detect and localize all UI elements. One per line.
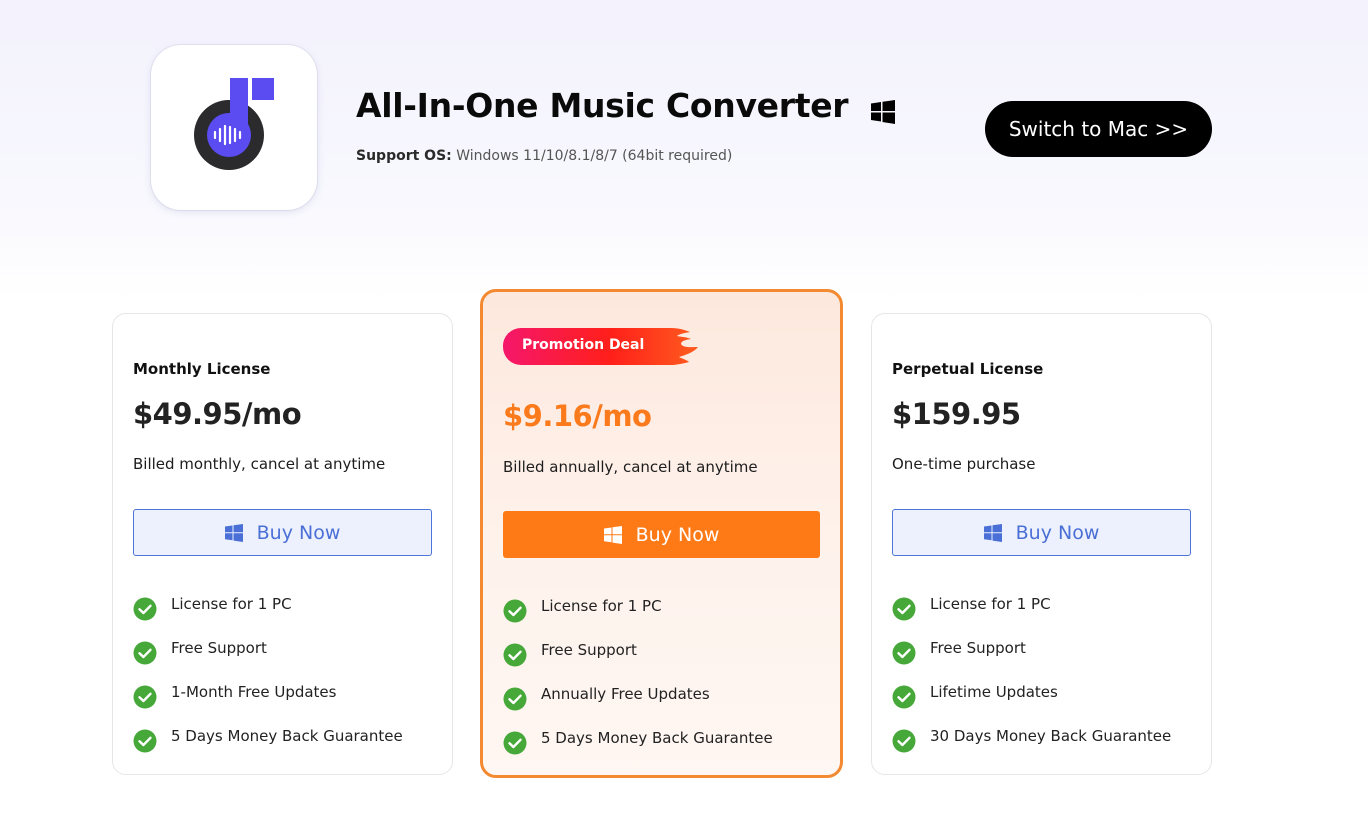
plan-card-monthly: Monthly License $49.95/mo Billed monthly… bbox=[112, 313, 453, 775]
check-circle-icon bbox=[503, 687, 527, 711]
check-circle-icon bbox=[133, 641, 157, 665]
feature-list: License for 1 PC Free Support 1-Month Fr… bbox=[133, 584, 403, 760]
check-circle-icon bbox=[503, 643, 527, 667]
feature-list: License for 1 PC Free Support Annually F… bbox=[503, 586, 773, 762]
feature-label: Lifetime Updates bbox=[930, 683, 1058, 701]
feature-item: Free Support bbox=[133, 628, 403, 672]
buy-now-label: Buy Now bbox=[1015, 521, 1100, 544]
feature-label: 5 Days Money Back Guarantee bbox=[171, 727, 403, 745]
feature-item: License for 1 PC bbox=[892, 584, 1171, 628]
feature-item: 1-Month Free Updates bbox=[133, 672, 403, 716]
windows-icon bbox=[871, 100, 895, 124]
feature-item: 5 Days Money Back Guarantee bbox=[133, 716, 403, 760]
feature-item: Free Support bbox=[503, 630, 773, 674]
support-os-label: Support OS: bbox=[356, 148, 452, 164]
feature-label: 5 Days Money Back Guarantee bbox=[541, 729, 773, 747]
promotion-badge: Promotion Deal bbox=[503, 327, 701, 367]
feature-label: License for 1 PC bbox=[930, 595, 1051, 613]
plan-name: Perpetual License bbox=[892, 360, 1044, 378]
feature-label: 1-Month Free Updates bbox=[171, 683, 337, 701]
plan-billing: One-time purchase bbox=[892, 455, 1036, 473]
check-circle-icon bbox=[892, 641, 916, 665]
feature-label: Annually Free Updates bbox=[541, 685, 710, 703]
promotion-label: Promotion Deal bbox=[522, 337, 645, 353]
check-circle-icon bbox=[133, 597, 157, 621]
feature-item: License for 1 PC bbox=[133, 584, 403, 628]
check-circle-icon bbox=[503, 599, 527, 623]
check-circle-icon bbox=[892, 685, 916, 709]
feature-label: License for 1 PC bbox=[171, 595, 292, 613]
windows-icon bbox=[603, 525, 622, 544]
support-os: Support OS: Windows 11/10/8.1/8/7 (64bit… bbox=[356, 148, 732, 164]
buy-now-button[interactable]: Buy Now bbox=[892, 509, 1191, 556]
app-logo bbox=[151, 45, 317, 210]
plan-card-perpetual: Perpetual License $159.95 One-time purch… bbox=[871, 313, 1212, 775]
feature-label: 30 Days Money Back Guarantee bbox=[930, 727, 1172, 745]
feature-item: License for 1 PC bbox=[503, 586, 773, 630]
plan-billing: Billed annually, cancel at anytime bbox=[503, 458, 758, 476]
feature-label: License for 1 PC bbox=[541, 597, 662, 615]
check-circle-icon bbox=[892, 597, 916, 621]
feature-label: Free Support bbox=[541, 641, 637, 659]
buy-now-button[interactable]: Buy Now bbox=[503, 511, 820, 558]
plan-name: Monthly License bbox=[133, 360, 271, 378]
buy-now-label: Buy Now bbox=[635, 523, 720, 546]
product-title: All-In-One Music Converter bbox=[356, 86, 849, 125]
feature-item: Free Support bbox=[892, 628, 1171, 672]
feature-label: Free Support bbox=[171, 639, 267, 657]
feature-label: Free Support bbox=[930, 639, 1026, 657]
support-os-value: Windows 11/10/8.1/8/7 (64bit required) bbox=[451, 148, 733, 164]
feature-item: Lifetime Updates bbox=[892, 672, 1171, 716]
windows-icon bbox=[224, 523, 243, 542]
plan-card-annual: Promotion Deal $9.16/mo Billed annually,… bbox=[480, 289, 843, 778]
check-circle-icon bbox=[133, 685, 157, 709]
feature-item: Annually Free Updates bbox=[503, 674, 773, 718]
feature-list: License for 1 PC Free Support Lifetime U… bbox=[892, 584, 1171, 760]
check-circle-icon bbox=[892, 729, 916, 753]
check-circle-icon bbox=[133, 729, 157, 753]
feature-item: 30 Days Money Back Guarantee bbox=[892, 716, 1171, 760]
plan-price: $49.95/mo bbox=[133, 397, 302, 431]
feature-item: 5 Days Money Back Guarantee bbox=[503, 718, 773, 762]
check-circle-icon bbox=[503, 731, 527, 755]
music-note-disc-icon bbox=[194, 78, 274, 170]
plan-price: $9.16/mo bbox=[503, 399, 652, 433]
plan-price: $159.95 bbox=[892, 397, 1021, 431]
plan-billing: Billed monthly, cancel at anytime bbox=[133, 455, 386, 473]
buy-now-button[interactable]: Buy Now bbox=[133, 509, 432, 556]
buy-now-label: Buy Now bbox=[256, 521, 341, 544]
switch-to-mac-button[interactable]: Switch to Mac >> bbox=[985, 101, 1212, 157]
windows-icon bbox=[983, 523, 1002, 542]
